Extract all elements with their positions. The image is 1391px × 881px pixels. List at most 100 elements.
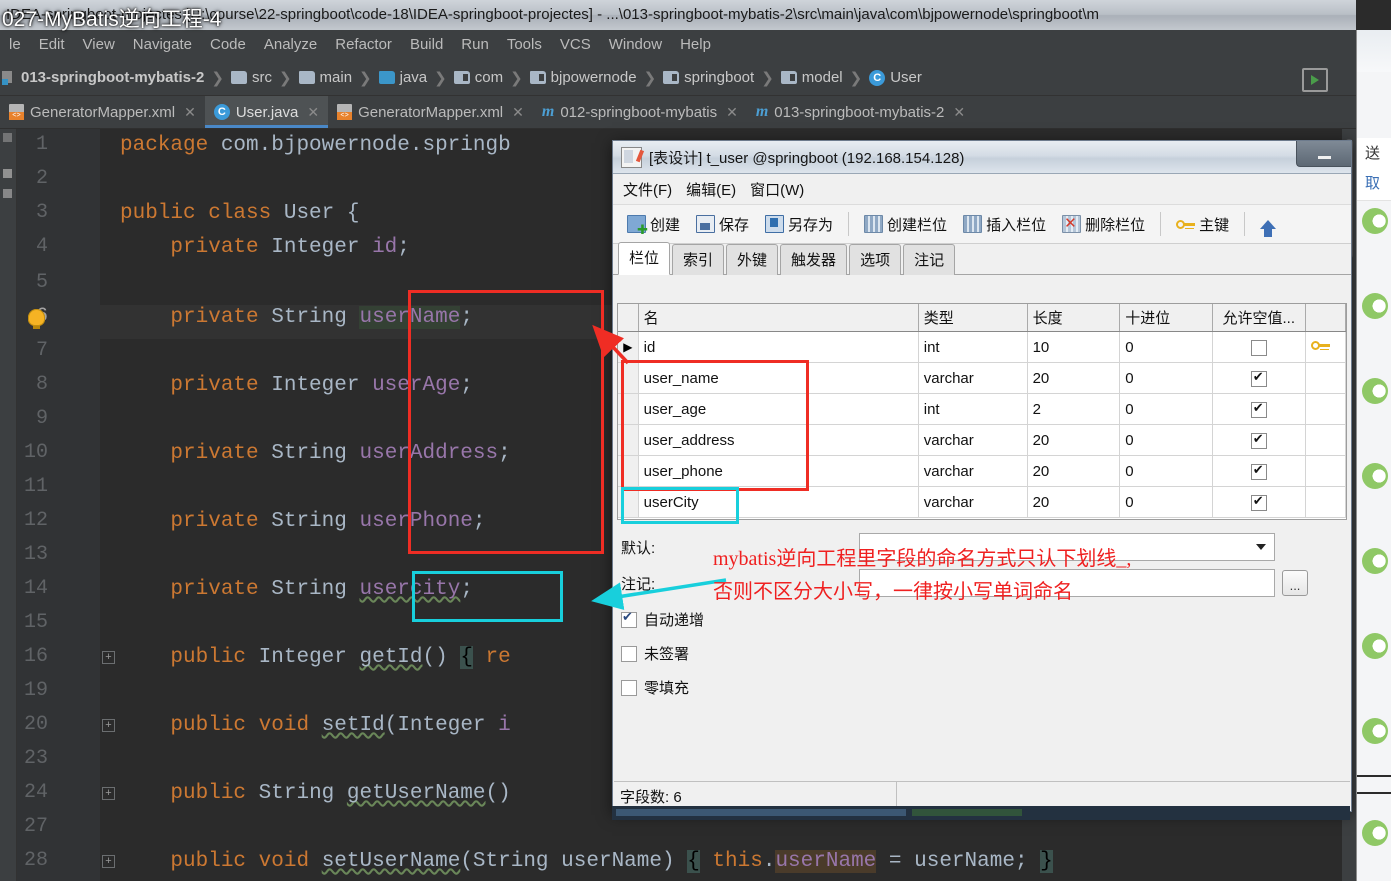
breadcrumb-item-springboot[interactable]: springboot ❯ (663, 69, 781, 87)
dialog-menu-window[interactable]: 窗口(W) (750, 179, 804, 200)
tab-013-springboot-mybatis-2[interactable]: m 013-springboot-mybatis-2 ✕ (747, 96, 974, 128)
menu-item-vcs[interactable]: VCS (551, 36, 600, 53)
table-row[interactable]: user_name varchar 20 0 (618, 362, 1346, 394)
cell-field-type[interactable]: varchar (918, 455, 1028, 487)
cell-field-type[interactable]: varchar (918, 424, 1028, 456)
breadcrumb-item-com[interactable]: com ❯ (453, 69, 530, 87)
comment-browse-button[interactable]: ... (1282, 570, 1308, 596)
primary-key-button[interactable]: 主键 (1170, 212, 1235, 237)
checkbox[interactable] (1250, 431, 1267, 449)
breadcrumb-item-user[interactable]: C User (869, 69, 922, 86)
table-designer-dialog[interactable]: [表设计] t_user @springboot (192.168.154.12… (612, 140, 1352, 812)
new-table-button[interactable]: ✚ 创建 (621, 212, 686, 237)
tab-options[interactable]: 选项 (849, 244, 902, 275)
cell-field-length[interactable]: 10 (1027, 331, 1121, 363)
tab-user-java[interactable]: C User.java ✕ (204, 96, 329, 128)
menu-item-code[interactable]: Code (201, 36, 255, 53)
cell-field-nullable[interactable] (1212, 331, 1306, 363)
breadcrumb-item-java[interactable]: java ❯ (378, 69, 454, 87)
table-row[interactable]: user_age int 2 0 (618, 393, 1346, 425)
auto-increment-row[interactable]: 自动递增 (621, 609, 1341, 630)
move-up-button[interactable] (1254, 218, 1282, 237)
cell-field-name[interactable]: user_address (638, 424, 919, 456)
menu-item-refactor[interactable]: Refactor (326, 36, 401, 53)
table-row[interactable]: user_address varchar 20 0 (618, 424, 1346, 456)
cell-field-nullable[interactable] (1212, 362, 1306, 394)
table-row[interactable]: userCity varchar 20 0 (618, 486, 1346, 518)
menu-item-build[interactable]: Build (401, 36, 452, 53)
column-header-name[interactable]: 名 (638, 304, 919, 332)
cell-field-name[interactable]: user_age (638, 393, 919, 425)
cell-field-length[interactable]: 2 (1027, 393, 1121, 425)
delete-field-button[interactable]: 删除栏位 (1056, 212, 1151, 237)
avatar[interactable] (1362, 820, 1388, 846)
tab-indexes[interactable]: 索引 (672, 244, 725, 275)
avatar[interactable] (1362, 718, 1388, 744)
cell-field-length[interactable]: 20 (1027, 455, 1121, 487)
avatar[interactable] (1362, 378, 1388, 404)
cell-field-name[interactable]: user_name (638, 362, 919, 394)
close-icon[interactable]: ✕ (307, 104, 319, 121)
tab-012-springboot-mybatis[interactable]: m 012-springboot-mybatis ✕ (533, 96, 747, 128)
tab-generator-mapper-2[interactable]: GeneratorMapper.xml ✕ (328, 96, 533, 128)
breadcrumb-item-main[interactable]: main ❯ (298, 69, 379, 87)
column-header-length[interactable]: 长度 (1027, 304, 1121, 332)
cell-field-name[interactable]: userCity (638, 486, 919, 518)
column-header-type[interactable]: 类型 (918, 304, 1028, 332)
tab-generator-mapper-1[interactable]: GeneratorMapper.xml ✕ (0, 96, 205, 128)
cell-field-decimals[interactable]: 0 (1119, 455, 1213, 487)
menu-item-tools[interactable]: Tools (498, 36, 551, 53)
cell-field-type[interactable]: int (918, 331, 1028, 363)
save-as-button[interactable]: 另存为 (759, 212, 839, 237)
unsigned-row[interactable]: 未签署 (621, 643, 1341, 664)
cell-field-type[interactable]: int (918, 393, 1028, 425)
table-row[interactable]: ▶ id int 10 0 (618, 331, 1346, 363)
table-row[interactable]: user_phone varchar 20 0 (618, 455, 1346, 487)
fields-grid[interactable]: 名 类型 长度 十进位 允许空值... ▶ id int 10 0 user_n… (617, 303, 1347, 520)
cell-field-decimals[interactable]: 0 (1119, 424, 1213, 456)
checkbox[interactable] (1250, 339, 1267, 356)
close-icon[interactable]: ✕ (726, 104, 738, 121)
cell-field-nullable[interactable] (1212, 424, 1306, 456)
dialog-menu-file[interactable]: 文件(F) (623, 179, 672, 200)
intention-bulb-icon[interactable] (28, 309, 45, 329)
close-icon[interactable]: ✕ (512, 104, 524, 121)
cell-field-length[interactable]: 20 (1027, 362, 1121, 394)
auto-increment-checkbox[interactable] (621, 609, 637, 628)
checkbox[interactable] (1250, 400, 1267, 418)
menu-item-navigate[interactable]: Navigate (124, 36, 201, 53)
close-icon[interactable]: ✕ (953, 104, 965, 121)
cell-field-name[interactable]: user_phone (638, 455, 919, 487)
cell-field-type[interactable]: varchar (918, 486, 1028, 518)
column-header-decimals[interactable]: 十进位 (1119, 304, 1213, 332)
wechat-window[interactable]: 送 取 (1356, 30, 1391, 881)
cell-field-name[interactable]: id (638, 331, 919, 363)
menu-item-file[interactable]: le (0, 36, 30, 53)
restore-window-button[interactable] (1296, 141, 1351, 167)
cell-field-length[interactable]: 20 (1027, 424, 1121, 456)
menu-item-analyze[interactable]: Analyze (255, 36, 326, 53)
avatar[interactable] (1362, 633, 1388, 659)
save-button[interactable]: 保存 (690, 212, 755, 237)
zerofill-row[interactable]: 零填充 (621, 677, 1341, 698)
menu-item-help[interactable]: Help (671, 36, 720, 53)
cell-field-decimals[interactable]: 0 (1119, 486, 1213, 518)
tab-comment[interactable]: 注记 (903, 244, 956, 275)
cell-field-decimals[interactable]: 0 (1119, 362, 1213, 394)
checkbox[interactable] (1250, 462, 1267, 480)
add-field-button[interactable]: 创建栏位 (858, 212, 953, 237)
cell-field-decimals[interactable]: 0 (1119, 331, 1213, 363)
cell-field-type[interactable]: varchar (918, 362, 1028, 394)
menu-item-run[interactable]: Run (452, 36, 498, 53)
column-header-nullable[interactable]: 允许空值... (1212, 304, 1306, 332)
avatar[interactable] (1362, 548, 1388, 574)
zerofill-checkbox[interactable] (621, 679, 637, 696)
breadcrumb-item-bjpowernode[interactable]: bjpowernode ❯ (529, 69, 663, 87)
tab-triggers[interactable]: 触发器 (780, 244, 848, 275)
tab-foreign-keys[interactable]: 外键 (726, 244, 779, 275)
cell-field-nullable[interactable] (1212, 486, 1306, 518)
cell-field-nullable[interactable] (1212, 393, 1306, 425)
menu-item-view[interactable]: View (74, 36, 124, 53)
breadcrumb-item-src[interactable]: src ❯ (230, 69, 299, 87)
checkbox[interactable] (1250, 493, 1267, 511)
